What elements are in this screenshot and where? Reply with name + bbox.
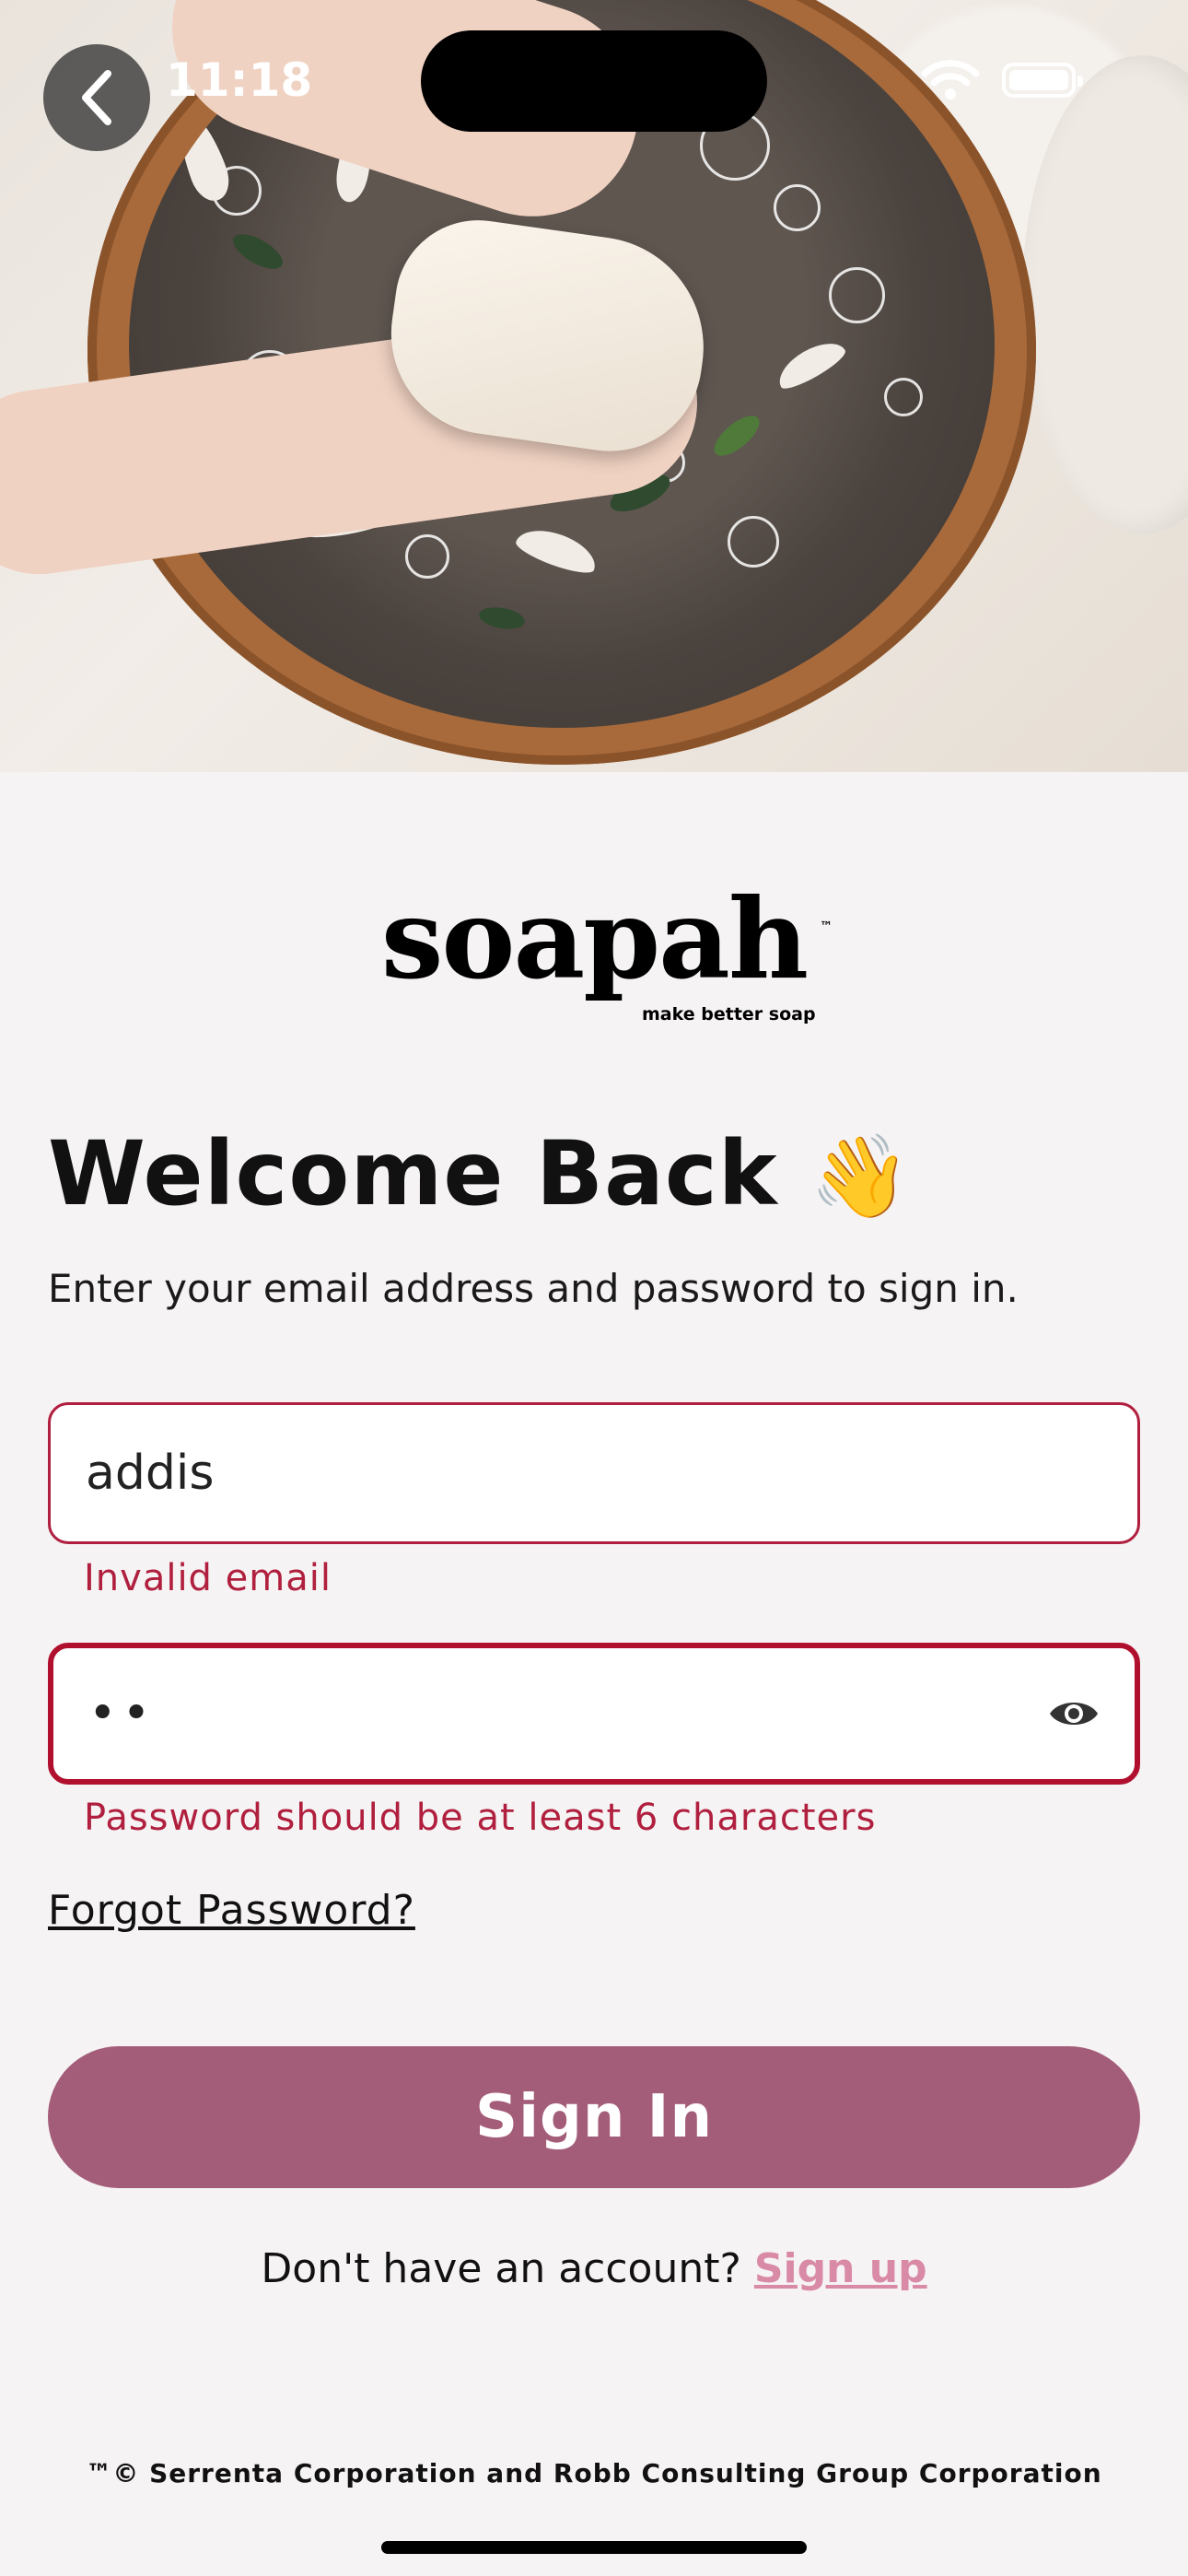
password-error: Password should be at least 6 characters xyxy=(84,1797,877,1839)
footer-copyright: ™© Serrenta Corporation and Robb Consult… xyxy=(86,2458,1102,2488)
chevron-left-icon xyxy=(82,70,111,125)
page-title-text: Welcome Back xyxy=(48,1122,778,1225)
email-error: Invalid email xyxy=(84,1557,332,1599)
dynamic-island xyxy=(421,30,767,132)
home-indicator[interactable] xyxy=(381,2541,807,2554)
sign-up-link[interactable]: Sign up xyxy=(754,2245,927,2292)
logo-trademark: ™ xyxy=(820,919,833,934)
sign-in-button-label: Sign In xyxy=(474,2083,714,2151)
page-title: Welcome Back 👋 xyxy=(48,1122,912,1225)
password-field-value: •• xyxy=(88,1686,157,1741)
status-time: 11:18 xyxy=(166,53,313,107)
battery-icon xyxy=(1002,63,1083,98)
eye-icon[interactable] xyxy=(1048,1695,1100,1732)
forgot-password-link[interactable]: Forgot Password? xyxy=(48,1887,415,1934)
signup-prompt-text: Don't have an account? xyxy=(261,2245,741,2292)
page-subtitle: Enter your email address and password to… xyxy=(48,1266,1019,1311)
back-button[interactable] xyxy=(43,44,150,151)
wifi-icon xyxy=(921,60,980,100)
brand-logo: soapah ™ make better soap xyxy=(0,884,1188,1025)
password-field[interactable]: •• xyxy=(48,1643,1140,1785)
signup-prompt: Don't have an account? Sign up xyxy=(0,2245,1188,2292)
side-dish xyxy=(1022,55,1188,534)
waving-hand-icon: 👋 xyxy=(809,1129,912,1224)
email-field-value: addis xyxy=(86,1446,215,1501)
logo-wordmark: soapah xyxy=(380,874,809,1004)
sign-in-button[interactable]: Sign In xyxy=(48,2046,1140,2188)
email-field[interactable]: addis xyxy=(48,1402,1140,1544)
logo-tagline: make better soap xyxy=(642,1004,816,1025)
